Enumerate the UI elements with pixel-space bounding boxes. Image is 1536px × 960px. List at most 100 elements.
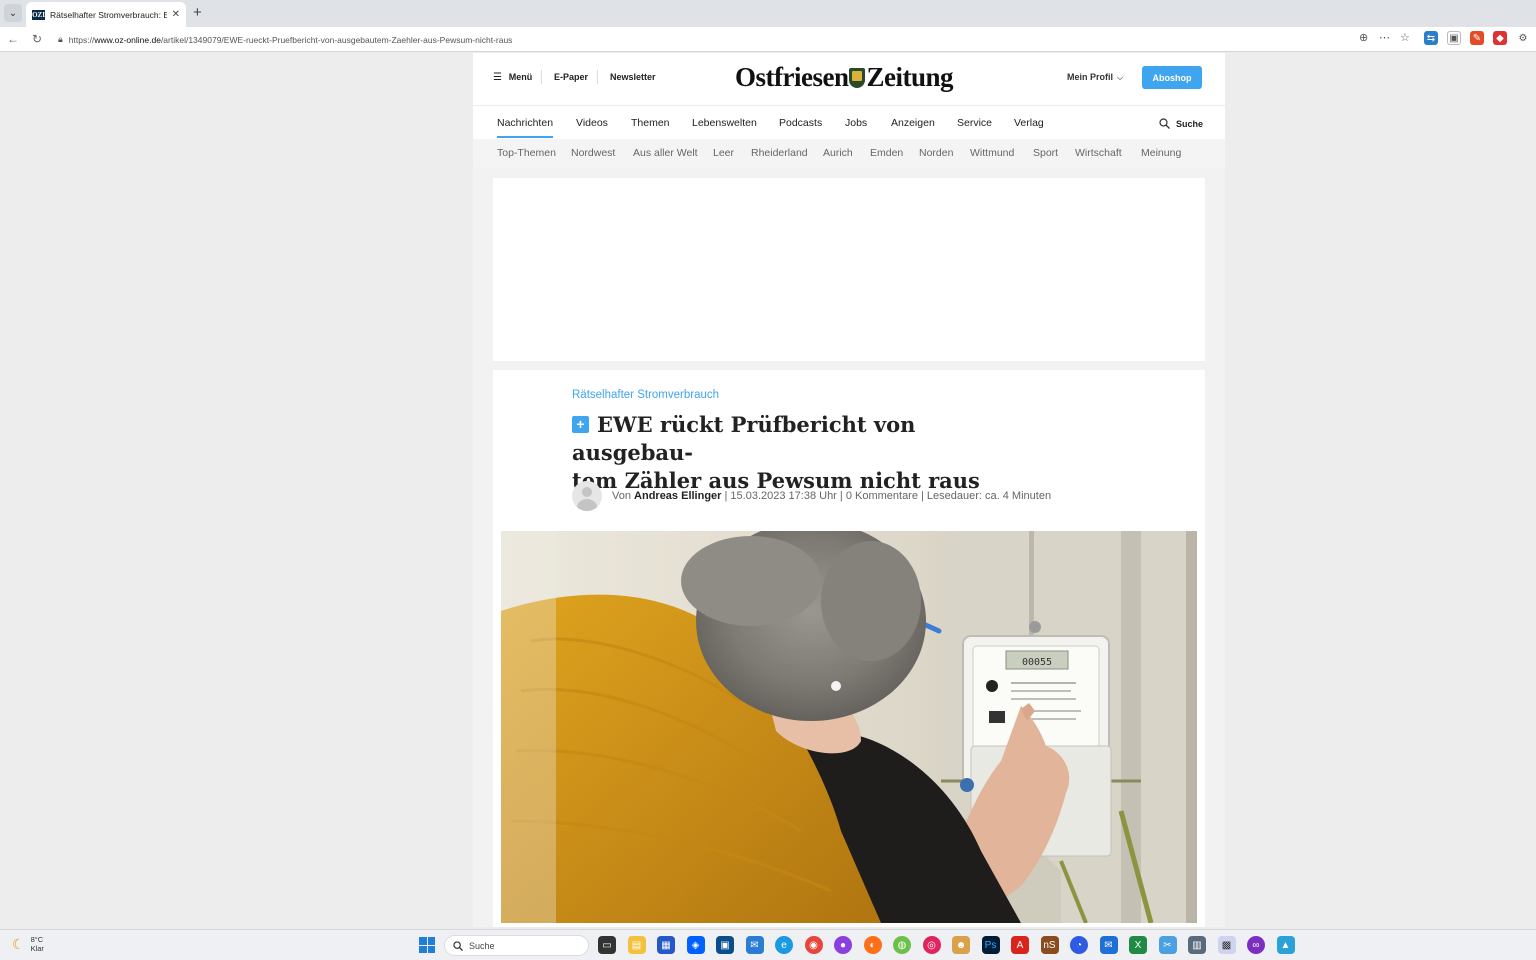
edge-icon[interactable]: e [775, 936, 793, 954]
reload-icon[interactable]: ↻ [32, 32, 42, 46]
store-icon[interactable]: ▦ [657, 936, 675, 954]
nav-item-nachrichten[interactable]: Nachrichten [497, 117, 554, 138]
search-icon [1159, 118, 1170, 129]
chevron-down-icon: ⌵ [1117, 73, 1124, 82]
reader-icon[interactable]: ⋯ [1379, 31, 1390, 44]
calculator-icon[interactable]: ▥ [1188, 936, 1206, 954]
os-taskbar: ☾ 8°C Klar Suche ▭ ▤ ▦ ◈ ▣ ✉ e ◉ ● ◐ ◍ ◎… [0, 929, 1536, 960]
nav-item-service[interactable]: Service [957, 117, 992, 129]
weather-text: 8°C Klar [31, 935, 44, 953]
search-button[interactable]: Suche [1159, 118, 1203, 129]
subnav-item-top-themen[interactable]: Top-Themen [497, 147, 556, 159]
app-pink-icon[interactable]: ◎ [922, 936, 941, 954]
task-view-icon[interactable]: ▭ [598, 936, 616, 954]
app-loop-icon[interactable]: ∞ [1247, 936, 1265, 954]
headline-line-1: EWE rückt Prüfbericht von ausgebau- [572, 412, 916, 465]
weather-widget[interactable]: ☾ 8°C Klar [12, 935, 44, 953]
page-viewport: ☰ Menü E-Paper Newsletter Ostfriesen Zei… [0, 53, 1536, 927]
app-cat-icon[interactable]: ☻ [952, 936, 970, 954]
app-chart-icon[interactable]: ▲ [1276, 936, 1295, 954]
chrome-icon[interactable]: ◉ [804, 936, 823, 954]
aboshop-button[interactable]: Aboshop [1142, 66, 1202, 89]
subnav-item-wirtschaft[interactable]: Wirtschaft [1075, 147, 1122, 159]
subnav-item-sport[interactable]: Sport [1033, 147, 1058, 159]
author-avatar [572, 481, 602, 511]
windows-start-icon[interactable] [419, 937, 435, 953]
article-byline: Von Andreas Ellinger | 15.03.2023 17:38 … [612, 490, 1051, 502]
lock-icon: 🔒︎ [58, 34, 63, 44]
app-ns-icon[interactable]: nS [1040, 936, 1059, 954]
excel-icon[interactable]: X [1129, 936, 1147, 954]
browser-tab-active[interactable]: OZI Rätselhafter Stromverbrauch: EWE ✕ [26, 2, 186, 27]
plus-badge-icon: + [572, 416, 589, 433]
subnav-item-aurich[interactable]: Aurich [823, 147, 853, 159]
site-favicon-icon: OZI [32, 9, 45, 20]
browser-purple-icon[interactable]: ● [834, 936, 852, 954]
settings-gear-icon[interactable]: ⚙ [1516, 31, 1530, 45]
extension-sync-icon[interactable]: ⇆ [1424, 31, 1438, 45]
search-icon [453, 940, 463, 951]
subnav-item-emden[interactable]: Emden [870, 147, 903, 159]
subnav-item-meinung[interactable]: Meinung [1141, 147, 1181, 159]
newsletter-link[interactable]: Newsletter [610, 72, 656, 82]
extension-shield-icon[interactable]: ◆ [1493, 31, 1507, 45]
url-text: https://www.oz-online.de/artikel/1349079… [68, 34, 513, 45]
subnav-item-rheiderland[interactable]: Rheiderland [751, 147, 808, 159]
menu-label: Menü [508, 72, 533, 82]
address-bar-row: ← ↻ 🔒︎ https://www.oz-online.de/artikel/… [0, 27, 1536, 52]
search-label: Suche [1176, 118, 1204, 129]
app-blue-icon[interactable]: ▣ [716, 936, 734, 954]
ad-slot [493, 178, 1205, 361]
close-tab-icon[interactable]: ✕ [172, 9, 180, 20]
epaper-link[interactable]: E-Paper [554, 72, 588, 82]
nav-item-lebenswelten[interactable]: Lebenswelten [692, 117, 757, 129]
extension-pin-icon[interactable]: ✎ [1470, 31, 1484, 45]
nav-item-verlag[interactable]: Verlag [1014, 117, 1044, 129]
dropbox-icon[interactable]: ◈ [686, 936, 705, 954]
tab-title: Rätselhafter Stromverbrauch: EWE [50, 9, 167, 20]
article-hero-image[interactable]: 00055 [501, 531, 1197, 923]
site-header: ☰ Menü E-Paper Newsletter Ostfriesen Zei… [473, 53, 1225, 105]
app-notification-icon[interactable]: ◔ [1070, 936, 1088, 954]
app-green-icon[interactable]: ◍ [893, 936, 911, 954]
acrobat-icon[interactable]: A [1011, 936, 1029, 954]
site-logo[interactable]: Ostfriesen Zeitung [735, 62, 953, 93]
taskbar-search[interactable]: Suche [444, 935, 589, 956]
outlook-icon[interactable]: ✉ [745, 936, 764, 954]
header-divider [597, 70, 598, 84]
firefox-icon[interactable]: ◐ [863, 936, 882, 954]
snipping-tool-icon[interactable]: ✂ [1158, 936, 1177, 954]
back-icon[interactable]: ← [7, 32, 19, 46]
subnav-item-norden[interactable]: Norden [919, 147, 953, 159]
profile-menu[interactable]: Mein Profil ⌵ [1067, 72, 1123, 83]
nav-item-jobs[interactable]: Jobs [845, 117, 867, 129]
zoom-icon[interactable]: ⊕ [1359, 31, 1368, 44]
subnav-item-nordwest[interactable]: Nordwest [571, 147, 615, 159]
subnav-item-leer[interactable]: Leer [713, 147, 734, 159]
tab-list-button[interactable]: ⌄ [4, 4, 22, 22]
photoshop-icon[interactable]: Ps [981, 936, 1000, 954]
article-card: Rätselhafter Stromverbrauch + EWE rückt P… [493, 370, 1205, 927]
subnav-item-aus-aller-welt[interactable]: Aus aller Welt [633, 147, 698, 159]
nav-item-themen[interactable]: Themen [631, 117, 670, 129]
logo-text-part2: Zeitung [866, 62, 953, 92]
menu-button[interactable]: ☰ Menü [493, 72, 532, 83]
url-field[interactable]: 🔒︎ https://www.oz-online.de/artikel/1349… [52, 30, 1392, 49]
article-kicker[interactable]: Rätselhafter Stromverbrauch [572, 389, 719, 401]
file-explorer-icon[interactable]: ▤ [627, 936, 646, 954]
screenshot-icon[interactable]: ▣ [1447, 31, 1461, 45]
nav-item-videos[interactable]: Videos [576, 117, 608, 129]
nav-item-podcasts[interactable]: Podcasts [779, 117, 822, 129]
nav-item-anzeigen[interactable]: Anzeigen [891, 117, 935, 129]
browser-tabbar: ⌄ OZI Rätselhafter Stromverbrauch: EWE ✕… [0, 0, 1536, 27]
header-divider [541, 70, 542, 84]
subnav-item-wittmund[interactable]: Wittmund [970, 147, 1014, 159]
site-container: ☰ Menü E-Paper Newsletter Ostfriesen Zei… [473, 53, 1225, 927]
mail-icon[interactable]: ✉ [1099, 936, 1118, 954]
meter-display: 00055 [1022, 657, 1052, 668]
author-name[interactable]: Andreas Ellinger [634, 490, 721, 502]
app-grid-icon[interactable]: ▩ [1217, 936, 1236, 954]
sub-navigation: Top-Themen Nordwest Aus aller Welt Leer … [473, 139, 1225, 167]
favorite-star-icon[interactable]: ☆ [1400, 31, 1410, 44]
new-tab-button[interactable]: + [193, 4, 202, 21]
